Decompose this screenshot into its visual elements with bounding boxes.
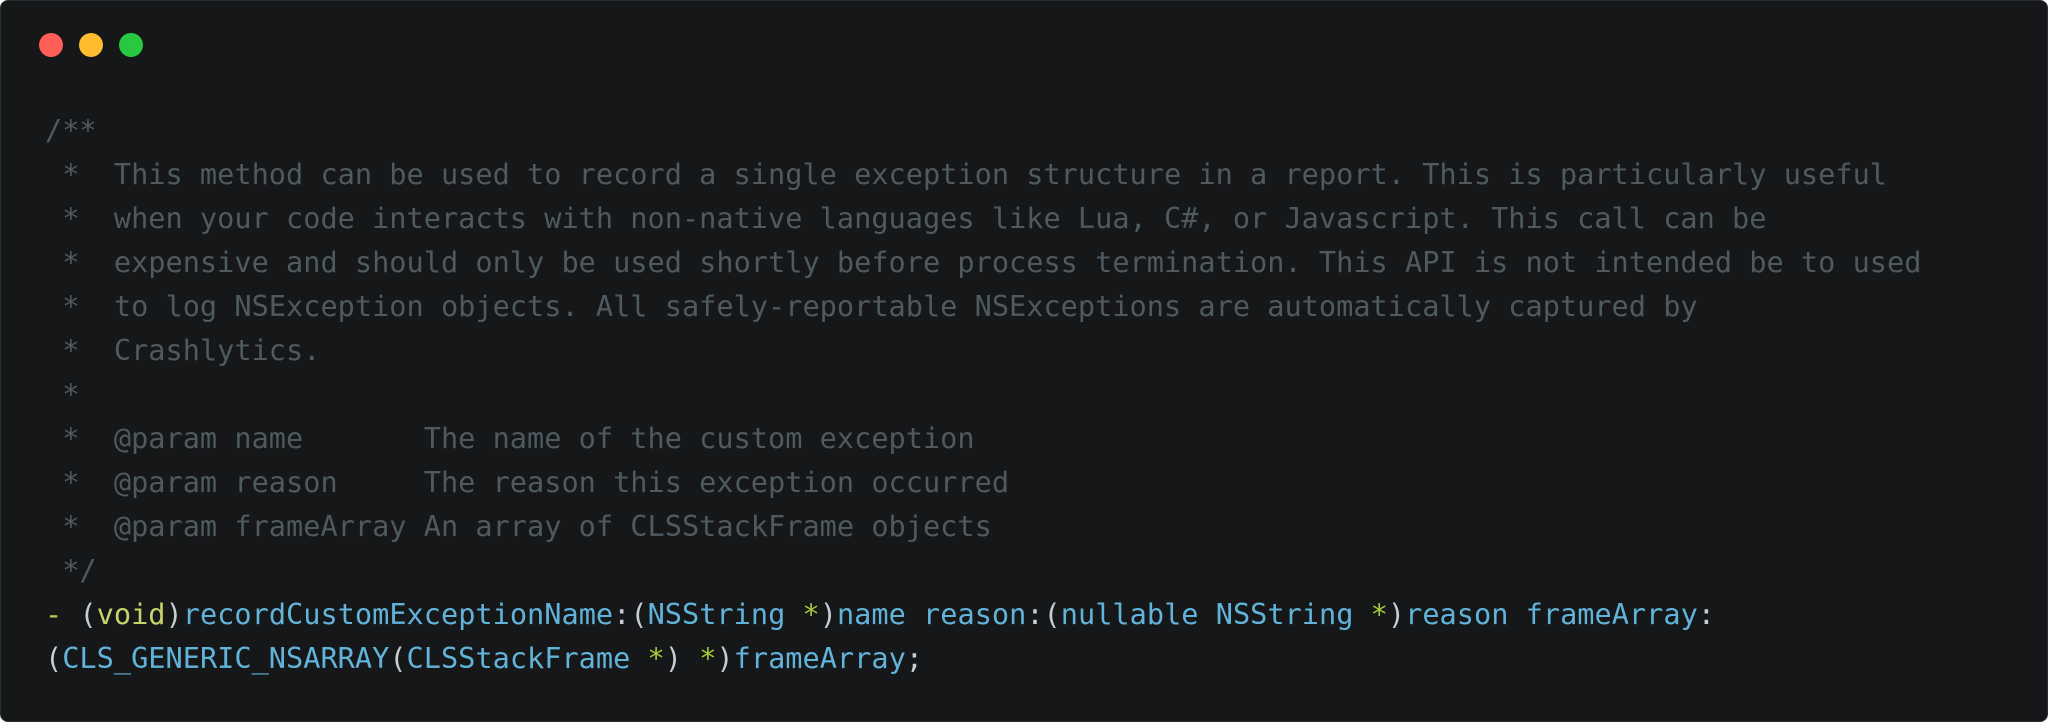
nullable-qualifier: nullable	[1060, 597, 1199, 631]
param-type: NSString	[647, 597, 786, 631]
method-declaration-line-1: - (void)recordCustomExceptionName:(NSStr…	[45, 592, 1921, 636]
param-name: reason	[1405, 597, 1509, 631]
param-type: CLSStackFrame	[406, 641, 631, 675]
colon-paren: :(	[613, 597, 648, 631]
macro-name: CLS_GENERIC_NSARRAY	[62, 641, 390, 675]
pointer-star: *	[630, 641, 665, 675]
method-declaration-line-2: (CLS_GENERIC_NSARRAY(CLSStackFrame *) *)…	[45, 636, 1921, 680]
paren: (	[45, 641, 63, 675]
comment-line: * @param frameArray An array of CLSStack…	[45, 509, 992, 543]
code-window: /** * This method can be used to record …	[0, 0, 2048, 722]
selector-part: recordCustomExceptionName	[182, 597, 614, 631]
pointer-star: *	[699, 641, 717, 675]
zoom-window-button[interactable]	[119, 33, 143, 57]
comment-line: * when your code interacts with non-nati…	[45, 201, 1767, 235]
paren: (	[79, 597, 97, 631]
selector-part: reason	[923, 597, 1027, 631]
paren: (	[389, 641, 407, 675]
comment-line: * to log NSException objects. All safely…	[45, 289, 1698, 323]
method-dash: -	[45, 597, 80, 631]
comment-line: * @param name The name of the custom exc…	[45, 421, 975, 455]
paren: )	[819, 597, 837, 631]
comment-line: /**	[45, 113, 97, 147]
pointer-star: *	[785, 597, 820, 631]
param-name: frameArray	[733, 641, 906, 675]
pointer-star: *	[1353, 597, 1388, 631]
close-window-button[interactable]	[39, 33, 63, 57]
paren: )	[165, 597, 183, 631]
code-block: /** * This method can be used to record …	[45, 108, 1921, 680]
minimize-window-button[interactable]	[79, 33, 103, 57]
paren: )	[1387, 597, 1406, 631]
comment-line: * expensive and should only be used shor…	[45, 245, 1922, 279]
colon-paren: :(	[1026, 597, 1061, 631]
comment-line: * This method can be used to record a si…	[45, 157, 1887, 191]
selector-part: frameArray	[1525, 597, 1698, 631]
paren: )	[664, 641, 700, 675]
return-type: void	[96, 597, 166, 631]
comment-line: */	[45, 553, 97, 587]
comment-line: * @param reason The reason this exceptio…	[45, 465, 1010, 499]
comment-line: *	[45, 377, 80, 411]
param-type: NSString	[1215, 597, 1354, 631]
paren: )	[716, 641, 734, 675]
semicolon: ;	[905, 641, 924, 675]
colon: :	[1697, 597, 1716, 631]
comment-line: * Crashlytics.	[45, 333, 321, 367]
param-name: name	[836, 597, 906, 631]
